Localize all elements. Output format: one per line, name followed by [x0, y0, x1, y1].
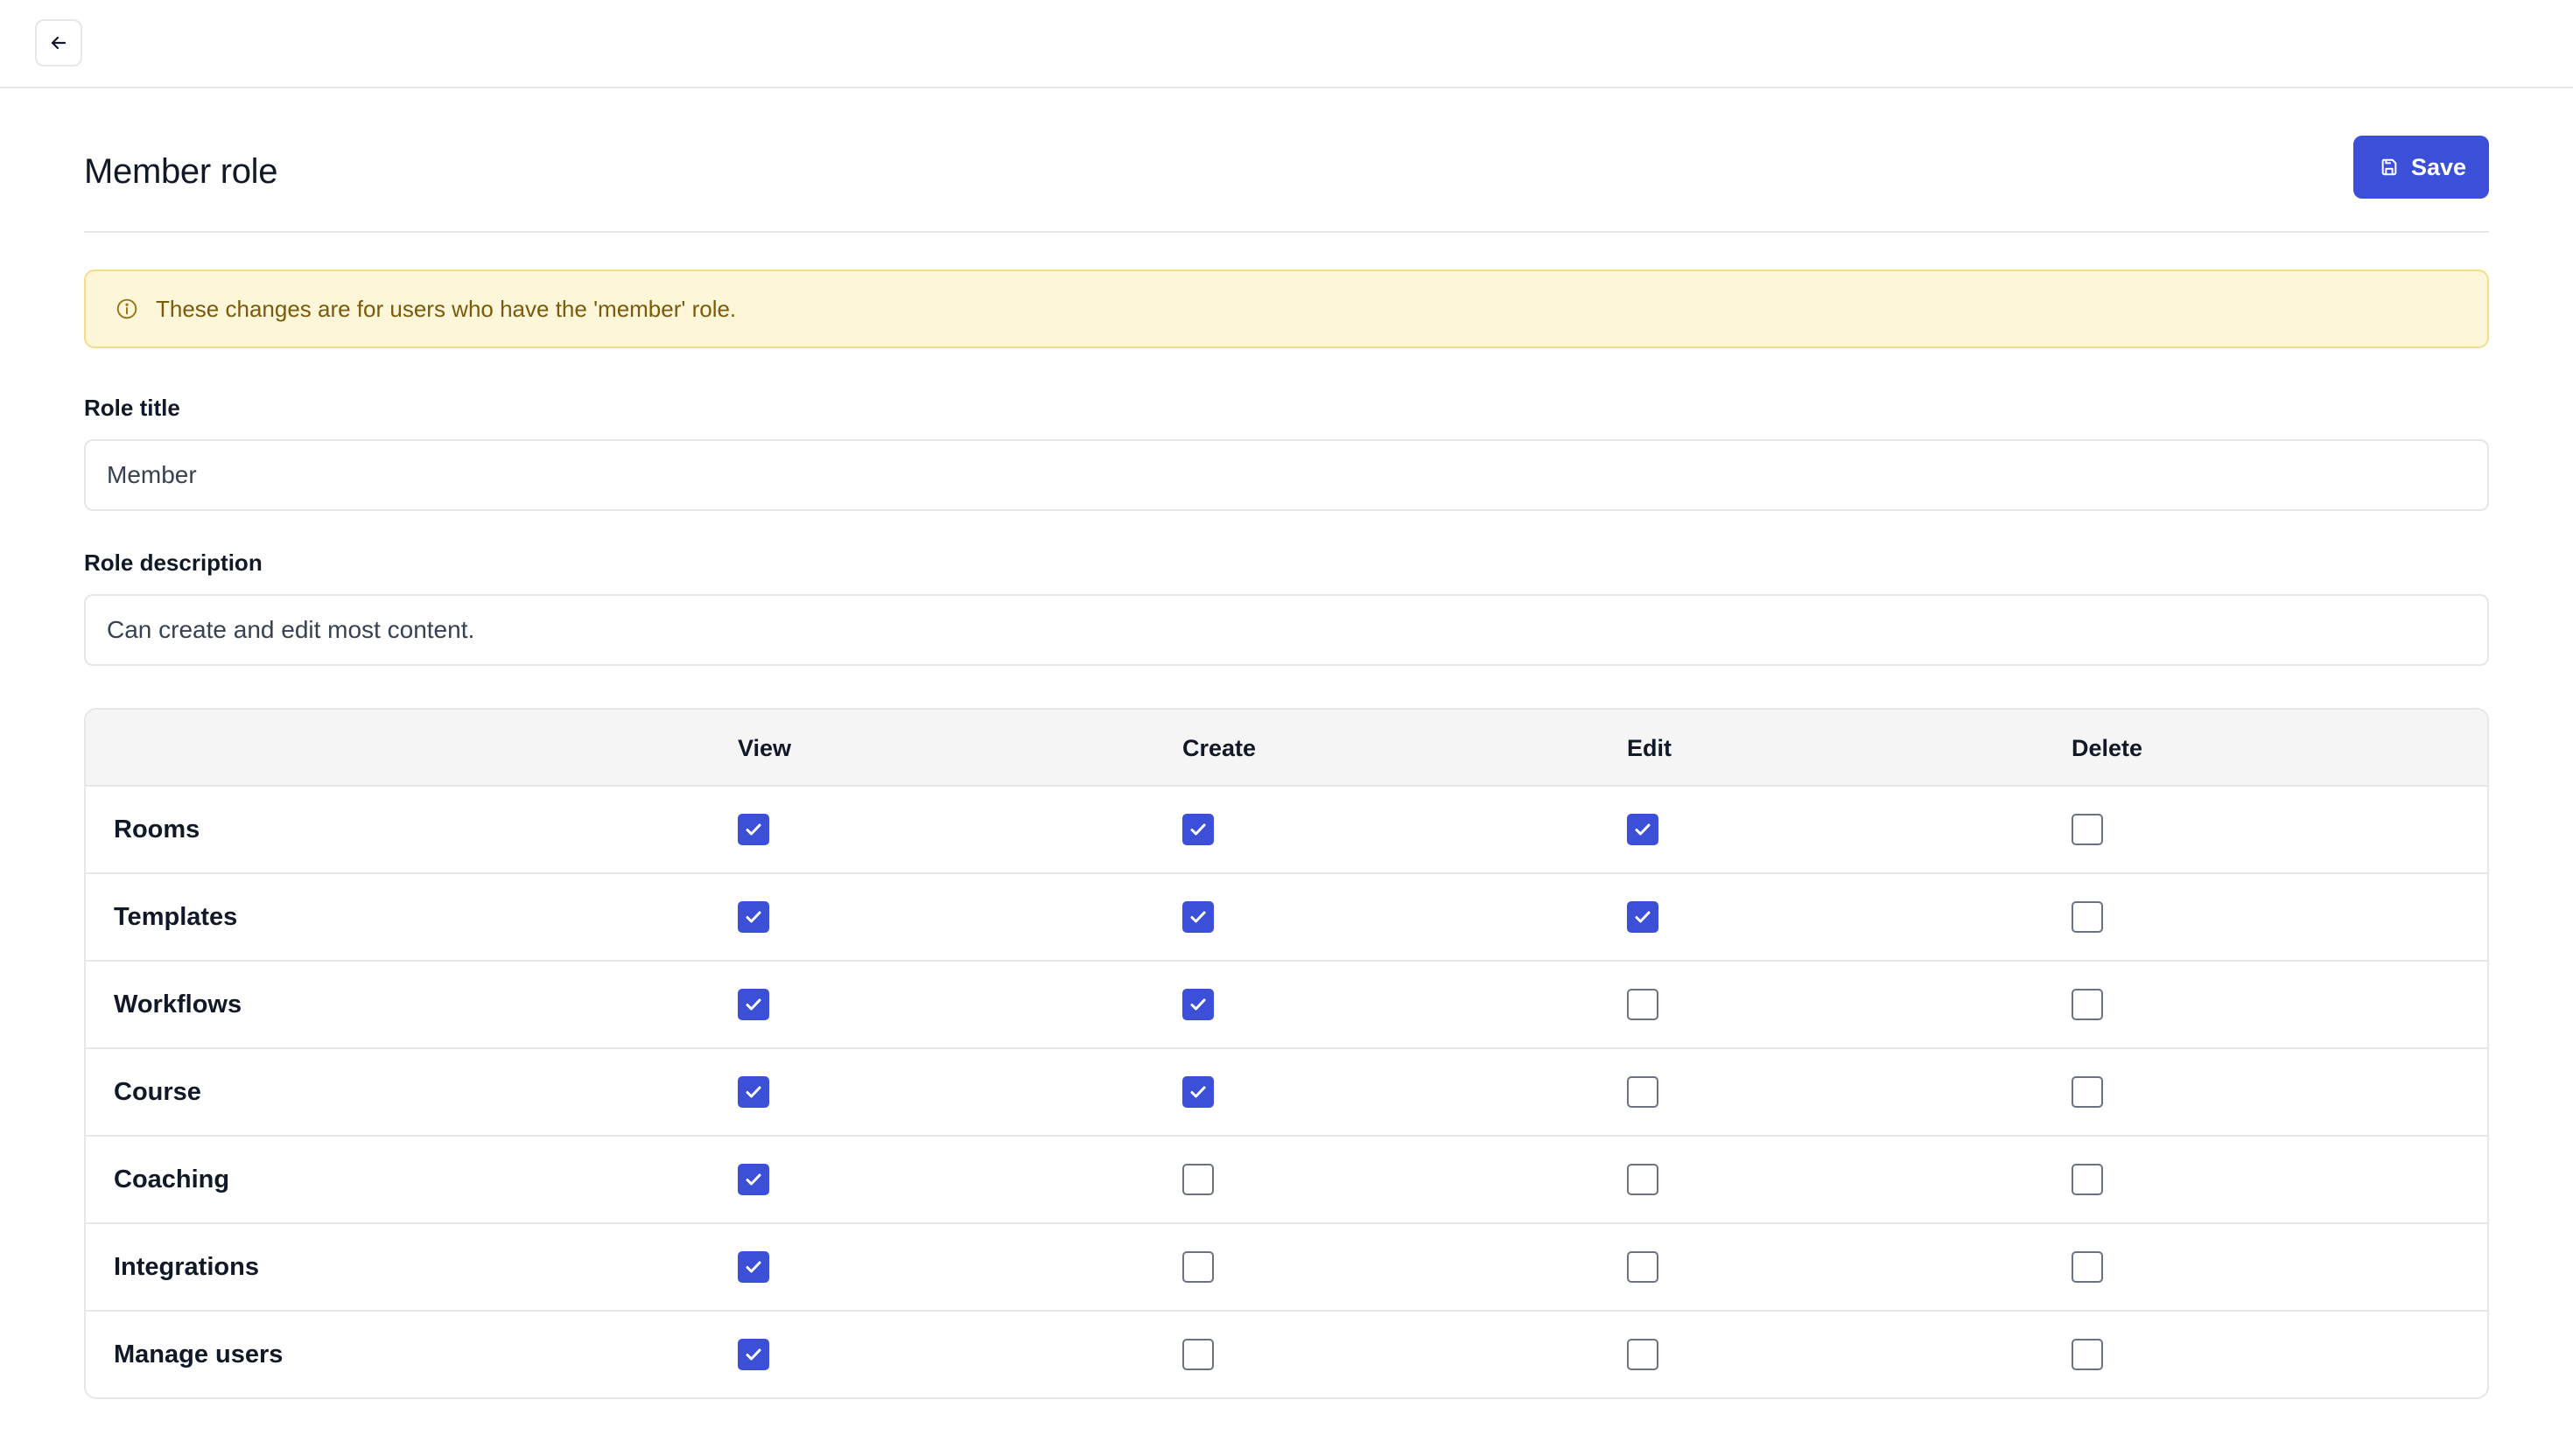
- create-checkbox[interactable]: [1182, 989, 1214, 1020]
- table-row: Manage users: [86, 1312, 2487, 1397]
- column-header-view: View: [738, 735, 792, 761]
- row-label: Workflows: [114, 990, 242, 1018]
- page-header: Member role Save: [84, 88, 2489, 233]
- delete-checkbox[interactable]: [2072, 814, 2103, 845]
- delete-checkbox[interactable]: [2072, 1339, 2103, 1370]
- row-label: Integrations: [114, 1253, 259, 1281]
- table-header: View Create Edit Delete: [86, 710, 2487, 787]
- checkmark-icon: [746, 1348, 761, 1361]
- edit-checkbox[interactable]: [1627, 1339, 1658, 1370]
- checkmark-icon: [746, 998, 761, 1011]
- delete-checkbox[interactable]: [2072, 901, 2103, 933]
- alert-text: These changes are for users who have the…: [156, 295, 737, 322]
- checkmark-icon: [1635, 911, 1651, 923]
- save-button[interactable]: Save: [2353, 136, 2489, 199]
- table-row: Rooms: [86, 787, 2487, 874]
- row-label: Manage users: [114, 1340, 284, 1368]
- column-header-edit: Edit: [1627, 735, 1672, 761]
- info-icon: [116, 298, 137, 319]
- checkmark-icon: [1190, 823, 1206, 836]
- top-bar: [0, 0, 2573, 88]
- delete-checkbox[interactable]: [2072, 1251, 2103, 1283]
- create-checkbox[interactable]: [1182, 1251, 1214, 1283]
- role-description-input[interactable]: [84, 594, 2489, 666]
- checkmark-icon: [746, 911, 761, 923]
- checkmark-icon: [746, 823, 761, 836]
- arrow-left-icon: [51, 36, 67, 50]
- checkmark-icon: [1635, 823, 1651, 836]
- create-checkbox[interactable]: [1182, 1164, 1214, 1195]
- view-checkbox[interactable]: [738, 989, 769, 1020]
- checkmark-icon: [746, 1261, 761, 1273]
- view-checkbox[interactable]: [738, 814, 769, 845]
- role-title-label: Role title: [84, 395, 180, 421]
- checkmark-icon: [746, 1086, 761, 1098]
- main-content: Member role Save These changes are for u…: [84, 88, 2489, 1399]
- view-checkbox[interactable]: [738, 1251, 769, 1283]
- checkmark-icon: [746, 1173, 761, 1186]
- page-title: Member role: [84, 152, 278, 191]
- table-row: Course: [86, 1049, 2487, 1137]
- table-row: Integrations: [86, 1224, 2487, 1312]
- row-label: Coaching: [114, 1166, 230, 1194]
- checkmark-icon: [1190, 1086, 1206, 1098]
- checkmark-icon: [1190, 998, 1206, 1011]
- delete-checkbox[interactable]: [2072, 1076, 2103, 1108]
- edit-checkbox[interactable]: [1627, 1164, 1658, 1195]
- edit-checkbox[interactable]: [1627, 1076, 1658, 1108]
- create-checkbox[interactable]: [1182, 814, 1214, 845]
- view-checkbox[interactable]: [738, 901, 769, 933]
- delete-checkbox[interactable]: [2072, 989, 2103, 1020]
- create-checkbox[interactable]: [1182, 1076, 1214, 1108]
- view-checkbox[interactable]: [738, 1076, 769, 1108]
- role-title-input[interactable]: [84, 439, 2489, 511]
- checkmark-icon: [1190, 911, 1206, 923]
- table-row: Workflows: [86, 962, 2487, 1049]
- column-header-create: Create: [1182, 735, 1257, 761]
- table-body: Rooms Templates Workflows Course Coaching Int…: [86, 787, 2487, 1397]
- permissions-table: View Create Edit Delete Rooms Templates Wo…: [84, 708, 2489, 1399]
- edit-checkbox[interactable]: [1627, 814, 1658, 845]
- create-checkbox[interactable]: [1182, 1339, 1214, 1370]
- role-description-label: Role description: [84, 550, 263, 576]
- view-checkbox[interactable]: [738, 1164, 769, 1195]
- row-label: Templates: [114, 903, 238, 931]
- edit-checkbox[interactable]: [1627, 901, 1658, 933]
- save-button-label: Save: [2410, 153, 2467, 180]
- back-button[interactable]: [35, 19, 82, 66]
- table-row: Coaching: [86, 1137, 2487, 1224]
- column-header-delete: Delete: [2072, 735, 2143, 761]
- delete-checkbox[interactable]: [2072, 1164, 2103, 1195]
- row-label: Rooms: [114, 816, 200, 844]
- save-icon: [2381, 158, 2397, 176]
- create-checkbox[interactable]: [1182, 901, 1214, 933]
- edit-checkbox[interactable]: [1627, 1251, 1658, 1283]
- table-row: Templates: [86, 874, 2487, 962]
- view-checkbox[interactable]: [738, 1339, 769, 1370]
- row-label: Course: [114, 1078, 201, 1106]
- info-alert: These changes are for users who have the…: [84, 270, 2489, 348]
- edit-checkbox[interactable]: [1627, 989, 1658, 1020]
